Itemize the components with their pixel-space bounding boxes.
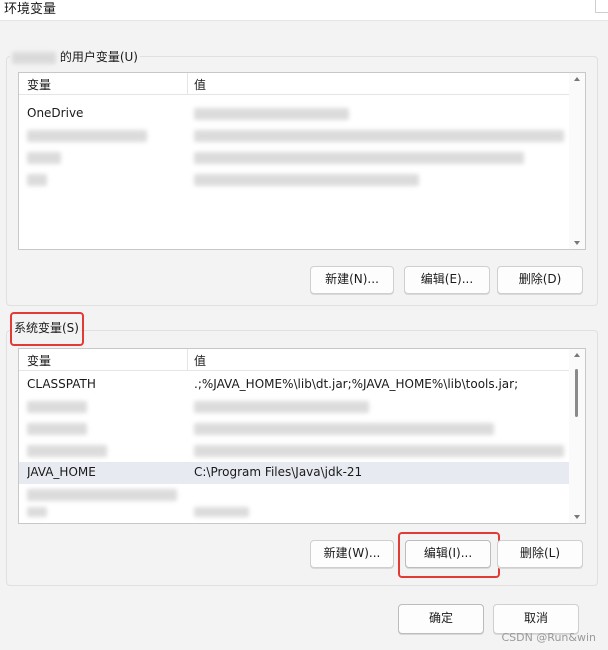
user-row[interactable]: OneDrive: [19, 103, 569, 125]
user-row[interactable]: [19, 147, 569, 169]
user-variables-label: 的用户变量(U): [59, 50, 138, 64]
redacted-value: [194, 423, 494, 435]
system-row[interactable]: CLASSPATH .;%JAVA_HOME%\lib\dt.jar;%JAVA…: [19, 374, 569, 396]
system-label-highlight: [10, 312, 84, 346]
cancel-button[interactable]: 取消: [493, 604, 579, 634]
redacted-value: [194, 152, 524, 164]
system-list-header: 变量 值: [19, 349, 569, 371]
system-header-name[interactable]: 变量: [27, 352, 51, 369]
user-legend: 的用户变量(U): [10, 48, 140, 65]
user-header-name[interactable]: 变量: [27, 76, 51, 93]
ok-button[interactable]: 确定: [398, 604, 484, 634]
edit-button-highlight: [398, 532, 500, 578]
user-row[interactable]: [19, 125, 569, 147]
system-row[interactable]: [19, 396, 569, 418]
redacted-name: [27, 152, 61, 164]
system-row-name: JAVA_HOME: [27, 465, 96, 479]
redacted-value: [194, 174, 419, 186]
system-delete-button[interactable]: 删除(L): [497, 540, 583, 568]
scroll-thumb[interactable]: [575, 369, 578, 417]
scroll-up-icon[interactable]: [574, 77, 580, 81]
system-row-selected[interactable]: JAVA_HOME C:\Program Files\Java\jdk-21: [19, 462, 569, 484]
system-header-value[interactable]: 值: [194, 352, 206, 369]
redacted-name: [27, 130, 147, 142]
title-bar: 环境变量: [0, 0, 608, 21]
system-list-scrollbar[interactable]: [569, 349, 585, 523]
redacted-name: [27, 489, 177, 501]
system-row[interactable]: [19, 418, 569, 440]
redacted-username: [12, 51, 56, 64]
redacted-name: [27, 445, 107, 457]
system-variables-list[interactable]: 变量 值 CLASSPATH .;%JAVA_HOME%\lib\dt.jar;…: [18, 348, 586, 524]
redacted-value: [194, 401, 369, 413]
user-variables-list[interactable]: 变量 值 OneDrive: [18, 72, 586, 250]
redacted-name: [27, 507, 47, 517]
system-new-button[interactable]: 新建(W)...: [310, 540, 394, 568]
redacted-value: [194, 130, 564, 142]
redacted-name: [27, 174, 47, 186]
window-title: 环境变量: [4, 2, 57, 17]
user-edit-button[interactable]: 编辑(E)...: [404, 266, 490, 294]
user-list-scrollbar[interactable]: [569, 73, 585, 249]
user-header-value[interactable]: 值: [194, 76, 206, 93]
scroll-up-icon[interactable]: [574, 353, 580, 357]
scroll-down-icon[interactable]: [574, 515, 580, 519]
system-row[interactable]: [19, 504, 569, 523]
system-row-value: .;%JAVA_HOME%\lib\dt.jar;%JAVA_HOME%\lib…: [194, 377, 519, 391]
close-icon[interactable]: [595, 0, 608, 13]
user-row-name: OneDrive: [27, 106, 84, 120]
system-row-value: C:\Program Files\Java\jdk-21: [194, 465, 363, 479]
system-row[interactable]: [19, 440, 569, 462]
user-row[interactable]: [19, 169, 569, 191]
user-list-header: 变量 值: [19, 73, 569, 95]
redacted-value: [194, 108, 349, 120]
redacted-value: [194, 507, 249, 517]
redacted-name: [27, 423, 87, 435]
redacted-name: [27, 401, 87, 413]
system-row[interactable]: [19, 484, 569, 506]
redacted-value: [194, 445, 564, 457]
system-row-name: CLASSPATH: [27, 377, 96, 391]
scroll-down-icon[interactable]: [574, 241, 580, 245]
user-delete-button[interactable]: 删除(D): [497, 266, 583, 294]
user-new-button[interactable]: 新建(N)...: [310, 266, 394, 294]
watermark: CSDN @Run&win: [501, 631, 596, 644]
